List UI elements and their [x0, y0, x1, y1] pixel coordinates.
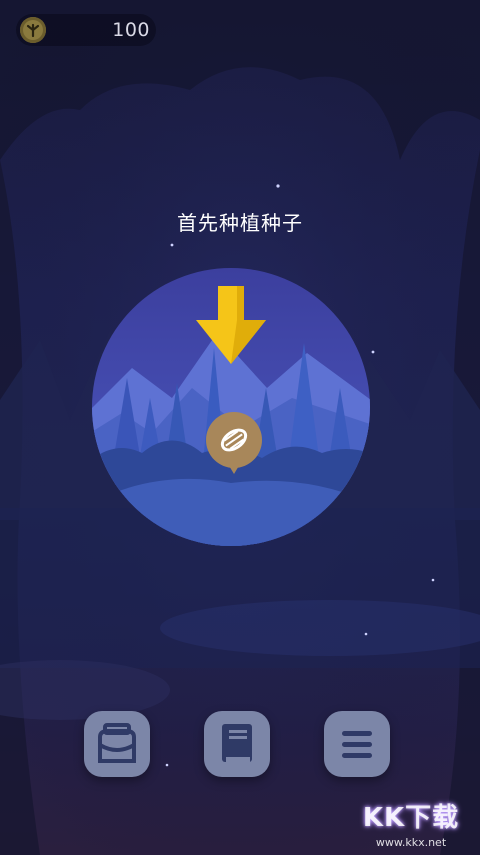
seed-icon — [206, 412, 262, 474]
book-icon — [222, 724, 252, 762]
kkx-watermark: KK下载 www.kkx.net — [352, 797, 470, 851]
watermark-title: KK下载 — [362, 803, 460, 833]
coin-tree-icon — [20, 17, 46, 43]
backpack-button[interactable] — [84, 711, 150, 777]
menu-button[interactable] — [324, 711, 390, 777]
coin-counter: 100 — [16, 14, 156, 46]
watermark-url: www.kkx.net — [375, 836, 447, 849]
forest-planet — [92, 268, 370, 546]
coin-count: 100 — [112, 19, 150, 41]
plant-seed-button[interactable] — [204, 412, 264, 478]
menu-icon — [342, 731, 372, 758]
book-button[interactable] — [204, 711, 270, 777]
instruction-text: 首先种植种子 — [177, 211, 303, 235]
game-scene: 100 首先种植种子 KK下载 www.kkx.net — [0, 0, 480, 855]
backpack-icon — [98, 723, 136, 763]
